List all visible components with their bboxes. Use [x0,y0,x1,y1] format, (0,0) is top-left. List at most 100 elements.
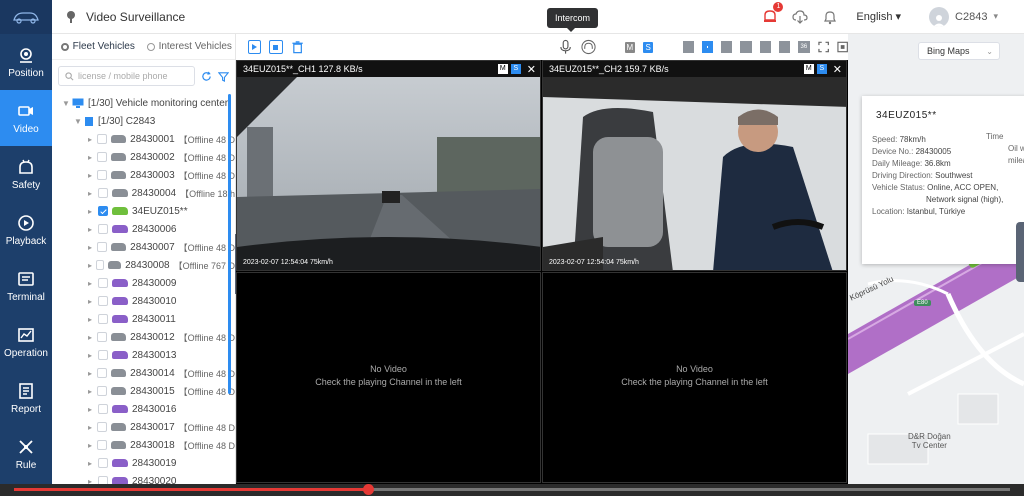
list-item[interactable]: ▸ 28430013 [52,346,235,364]
caret-right-icon[interactable]: ▸ [88,459,98,468]
video-cell-ch4[interactable]: No Video Check the playing Channel in th… [542,272,847,483]
vehicle-checkbox[interactable] [97,134,108,144]
filter-icon[interactable] [218,71,229,82]
play-all-button[interactable] [248,40,262,54]
delete-icon[interactable] [291,40,304,54]
close-icon[interactable]: ✕ [833,63,842,76]
alarm-button[interactable]: 1 [762,2,784,26]
layout-36-icon[interactable]: 36 [798,41,810,53]
notification-bell-icon[interactable] [822,9,838,25]
refresh-icon[interactable] [201,71,212,82]
nav-item-operation[interactable]: Operation [0,314,52,370]
list-item[interactable]: ▸ 28430009 [52,274,235,292]
caret-right-icon[interactable]: ▸ [88,477,98,485]
vehicle-checkbox[interactable] [97,386,108,396]
video-cell-ch3[interactable]: No Video Check the playing Channel in th… [236,272,541,483]
vehicle-checkbox[interactable] [97,170,108,180]
caret-right-icon[interactable]: ▸ [88,279,98,288]
sub-stream-button[interactable]: S [510,64,521,74]
vehicle-checkbox[interactable] [97,440,108,450]
caret-right-icon[interactable]: ▸ [88,333,97,342]
list-item[interactable]: ▸ 34EUZ015** [52,202,235,220]
vehicle-checkbox[interactable] [98,224,108,234]
vehicle-checkbox[interactable] [95,260,105,270]
video-cell-ch2[interactable]: 34EUZ015**_CH2 159.7 KB/s M S ✕ 2023-02-… [542,60,847,271]
caret-right-icon[interactable]: ▸ [88,369,97,378]
main-stream-button[interactable]: M [803,64,814,74]
map-panel[interactable]: Bing Maps ⌄ 34EUZ015** Speed: 78km/h Dev… [848,34,1024,484]
caret-right-icon[interactable]: ▸ [88,387,97,396]
fullscreen-icon[interactable] [817,41,829,53]
nav-item-terminal[interactable]: Terminal [0,258,52,314]
vehicle-scrollbar[interactable] [228,94,231,394]
vehicle-checkbox[interactable] [98,206,108,216]
list-item[interactable]: ▸ 28430019 [52,454,235,472]
nav-item-rule[interactable]: Rule [0,426,52,482]
layout-8-icon[interactable] [740,41,752,53]
layout-9-icon[interactable] [759,41,771,53]
stop-all-button[interactable] [269,40,283,54]
vehicle-checkbox[interactable] [97,152,108,162]
sub-stream-button[interactable]: S [816,64,827,74]
microphone-icon[interactable] [559,39,572,55]
vehicle-search-input[interactable]: license / mobile phone [58,66,195,86]
list-item[interactable]: ▸ 28430006 [52,220,235,238]
list-item[interactable]: ▸ 28430011 [52,310,235,328]
tab-fleet-vehicles[interactable]: Fleet Vehicles [52,34,144,59]
vehicle-checkbox[interactable] [98,458,108,468]
progress-knob[interactable] [362,484,374,495]
nav-item-video[interactable]: Video [0,90,52,146]
list-item[interactable]: ▸ 28430018 【Offline 48 D [52,436,235,454]
sub-stream-toggle[interactable]: S [643,41,654,53]
map-collapse-handle[interactable] [1016,222,1024,282]
caret-right-icon[interactable]: ▸ [88,189,98,198]
video-cell-ch1[interactable]: 34EUZ015**_CH1 127.8 KB/s M S ✕ 2023-02-… [236,60,541,271]
nav-item-playback[interactable]: Playback [0,202,52,258]
list-item[interactable]: ▸ 28430020 [52,472,235,484]
vehicle-checkbox[interactable] [98,404,108,414]
map-provider-select[interactable]: Bing Maps ⌄ [918,42,1000,60]
caret-right-icon[interactable]: ▸ [88,423,97,432]
layout-1-icon[interactable] [682,41,694,53]
vehicle-checkbox[interactable] [98,278,108,288]
nav-item-safety[interactable]: Safety [0,146,52,202]
caret-down-icon[interactable]: ▼ [62,99,72,108]
media-progress-bar[interactable] [0,484,1024,496]
list-item[interactable]: ▸ 28430012 【Offline 48 D [52,328,235,346]
layout-4-icon[interactable] [701,41,714,53]
language-select[interactable]: English ▾ [856,10,901,23]
vehicle-checkbox[interactable] [97,368,108,378]
list-item[interactable]: ▸ 28430010 [52,292,235,310]
layout-6-icon[interactable] [721,41,733,53]
list-item[interactable]: ▸ 28430015 【Offline 48 D [52,382,235,400]
user-menu[interactable]: C2843 ▾ [929,6,998,27]
caret-right-icon[interactable]: ▸ [88,153,97,162]
caret-right-icon[interactable]: ▸ [88,225,98,234]
list-item[interactable]: ▸ 28430001 【Offline 48 D [52,130,235,148]
list-item[interactable]: ▸ 28430004 【Offline 18 h [52,184,235,202]
list-item[interactable]: ▸ 28430008 【Offline 767 D [52,256,235,274]
nav-item-report[interactable]: Report [0,370,52,426]
caret-right-icon[interactable]: ▸ [88,135,97,144]
caret-right-icon[interactable]: ▸ [88,171,97,180]
main-stream-button[interactable]: M [497,64,508,74]
vehicle-checkbox[interactable] [98,314,108,324]
vehicle-checkbox[interactable] [97,242,108,252]
caret-right-icon[interactable]: ▸ [88,243,97,252]
exit-fullscreen-icon[interactable] [837,41,848,53]
vehicle-checkbox[interactable] [97,332,108,342]
vehicle-checkbox[interactable] [98,350,108,360]
caret-right-icon[interactable]: ▸ [88,405,98,414]
caret-right-icon[interactable]: ▸ [88,261,96,270]
tree-group-monitoring-center[interactable]: ▼ [1/30] Vehicle monitoring center [52,94,235,112]
headset-icon[interactable] [580,39,596,55]
nav-item-position[interactable]: Position [0,34,52,90]
progress-track[interactable] [14,484,1010,495]
cloud-download-icon[interactable] [792,9,808,25]
vehicle-checkbox[interactable] [98,476,108,484]
vehicle-checkbox[interactable] [97,188,108,198]
caret-down-icon[interactable]: ▼ [74,117,84,126]
vehicle-checkbox[interactable] [98,296,108,306]
tab-interest-vehicles[interactable]: Interest Vehicles [144,34,236,59]
caret-right-icon[interactable]: ▸ [88,351,98,360]
